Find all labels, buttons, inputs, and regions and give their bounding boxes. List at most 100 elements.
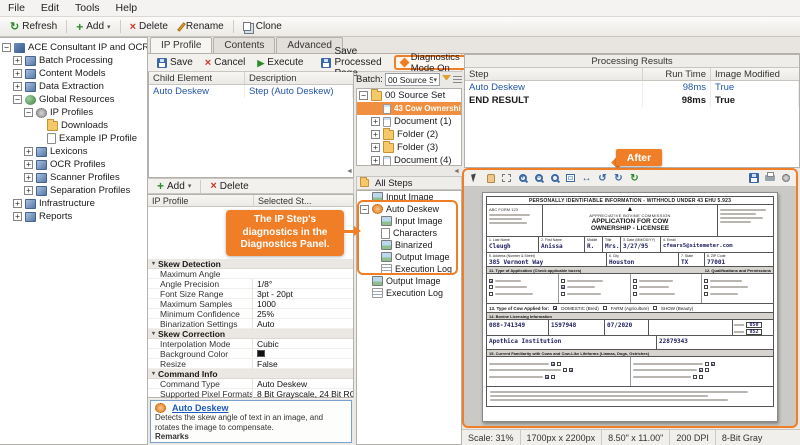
refresh-view-button[interactable]: ↻ <box>627 171 642 185</box>
nav-item-data-extraction[interactable]: +Data Extraction <box>0 80 147 93</box>
expander-icon[interactable]: + <box>13 82 22 91</box>
tab-ip-profile[interactable]: IP Profile <box>150 37 212 53</box>
expander-icon[interactable]: + <box>371 117 380 126</box>
filter-button[interactable] <box>442 75 451 84</box>
save-image-button[interactable] <box>746 171 761 185</box>
expander-icon[interactable]: + <box>371 143 380 152</box>
batch-combobox[interactable]: 00 Source Set▾ <box>385 73 440 86</box>
batch-item-document-1[interactable]: +Document (1) <box>357 115 461 128</box>
fit-width-button[interactable]: ↔ <box>579 171 594 185</box>
column-header[interactable]: Selected St... <box>254 195 353 207</box>
column-header[interactable]: Step <box>465 68 643 81</box>
property-row[interactable]: Angle Precision1/8° <box>148 279 353 289</box>
splitter-collapse-button[interactable]: ◄ <box>453 168 460 176</box>
zoom-in-button[interactable]: + <box>515 171 530 185</box>
step-item-output-image[interactable]: Output Image <box>357 275 461 287</box>
nav-item-ocr-profiles[interactable]: +OCR Profiles <box>0 158 147 171</box>
refresh-button[interactable]: ↻Refresh <box>4 20 63 33</box>
expander-icon[interactable]: + <box>371 130 380 139</box>
expander-icon[interactable]: + <box>13 69 22 78</box>
nav-item-batch-processing[interactable]: +Batch Processing <box>0 54 147 67</box>
viewer-settings-button[interactable] <box>778 171 793 185</box>
expander-icon[interactable]: + <box>13 199 22 208</box>
rotate-right-button[interactable]: ↻ <box>611 171 626 185</box>
nav-item-ip-profiles[interactable]: −IP Profiles <box>0 106 147 119</box>
expander-icon[interactable]: + <box>24 186 33 195</box>
property-row[interactable]: Command TypeAuto Deskew <box>148 379 353 389</box>
batch-item-selected-page[interactable]: 43 Cow Ownership License <box>357 102 461 115</box>
column-header[interactable]: Run Time <box>643 68 711 81</box>
color-swatch[interactable] <box>257 350 265 357</box>
clone-button[interactable]: Clone <box>237 20 288 33</box>
nav-item-lexicons[interactable]: +Lexicons <box>0 145 147 158</box>
menu-file[interactable]: File <box>0 0 33 16</box>
diagnostics-mode-button[interactable]: Diagnostics Mode On <box>394 55 467 70</box>
delete-step-button[interactable]: ×Delete <box>204 180 254 193</box>
expander-icon[interactable]: + <box>24 147 33 156</box>
add-button[interactable]: +Add▾ <box>70 20 116 33</box>
category-row[interactable]: ▾Command Info <box>148 369 353 379</box>
table-row[interactable]: Auto Deskew 98ms True <box>465 81 799 94</box>
menu-tools[interactable]: Tools <box>67 0 108 16</box>
execute-button[interactable]: ▶Execute <box>251 56 309 69</box>
nav-item-downloads[interactable]: Downloads <box>0 119 147 132</box>
property-row[interactable]: Minimum Confidence25% <box>148 309 353 319</box>
document-page[interactable]: PERSONALLY IDENTIFIABLE INFORMATION - WI… <box>482 192 778 422</box>
tab-contents[interactable]: Contents <box>213 37 275 53</box>
property-row[interactable]: Maximum Angle <box>148 269 353 279</box>
expander-icon[interactable]: + <box>371 156 380 165</box>
property-row[interactable]: Binarization SettingsAuto <box>148 319 353 329</box>
delete-button[interactable]: ×Delete <box>124 20 174 33</box>
property-row[interactable]: ResizeFalse <box>148 359 353 369</box>
rotate-left-button[interactable]: ↺ <box>595 171 610 185</box>
column-header[interactable]: Description <box>245 72 353 85</box>
property-row[interactable]: Interpolation ModeCubic <box>148 339 353 349</box>
property-row[interactable]: Font Size Range3pt - 20pt <box>148 289 353 299</box>
category-row[interactable]: ▾Skew Correction <box>148 329 353 339</box>
table-row[interactable]: Auto Deskew Step (Auto Deskew) <box>149 85 353 98</box>
column-header[interactable]: Child Element <box>149 72 245 85</box>
pan-tool-button[interactable] <box>483 171 498 185</box>
view-menu-button[interactable] <box>453 76 462 84</box>
expander-icon[interactable]: + <box>13 56 22 65</box>
property-row[interactable]: Background Color <box>148 349 353 359</box>
nav-item-global-resources[interactable]: −Global Resources <box>0 93 147 106</box>
zoom-out-button[interactable]: − <box>531 171 546 185</box>
batch-item-source-set[interactable]: −00 Source Set <box>357 89 461 102</box>
rename-button[interactable]: Rename <box>174 20 230 33</box>
help-title-link[interactable]: Auto Deskew <box>172 403 229 413</box>
print-button[interactable] <box>762 171 777 185</box>
expander-icon[interactable]: + <box>24 173 33 182</box>
save-button[interactable]: Save <box>151 56 199 69</box>
expander-icon[interactable]: − <box>13 95 22 104</box>
expander-icon[interactable]: + <box>24 160 33 169</box>
batch-item-folder-2[interactable]: +Folder (2) <box>357 128 461 141</box>
add-step-button[interactable]: +Add▾ <box>151 180 197 193</box>
expander-icon[interactable]: + <box>13 212 22 221</box>
batch-item-folder-3[interactable]: +Folder (3) <box>357 141 461 154</box>
table-row[interactable]: END RESULT 98ms True <box>465 94 799 107</box>
expander-icon[interactable]: − <box>24 108 33 117</box>
fit-page-button[interactable] <box>563 171 578 185</box>
step-item-execution-log[interactable]: Execution Log <box>357 287 461 299</box>
nav-item-ace-consultant[interactable]: −ACE Consultant IP and OCR <box>0 41 147 54</box>
menu-help[interactable]: Help <box>108 0 146 16</box>
splitter-collapse-button[interactable]: ◄ <box>346 168 353 176</box>
batch-item-document-4[interactable]: +Document (4) <box>357 154 461 167</box>
nav-item-separation-profiles[interactable]: +Separation Profiles <box>0 184 147 197</box>
category-row[interactable]: ▾Skew Detection <box>148 259 353 269</box>
zoom-selection-button[interactable] <box>547 171 562 185</box>
nav-item-example-ip-profile[interactable]: Example IP Profile <box>0 132 147 145</box>
column-header[interactable]: IP Profile <box>148 195 254 207</box>
nav-item-infrastructure[interactable]: +Infrastructure <box>0 197 147 210</box>
select-region-button[interactable] <box>499 171 514 185</box>
expander-icon[interactable]: − <box>2 43 11 52</box>
nav-item-scanner-profiles[interactable]: +Scanner Profiles <box>0 171 147 184</box>
cancel-button[interactable]: ×Cancel <box>199 56 252 69</box>
property-row[interactable]: Supported Pixel Formats8 Bit Grayscale, … <box>148 389 353 399</box>
pointer-tool-button[interactable] <box>467 171 482 185</box>
nav-item-content-models[interactable]: +Content Models <box>0 67 147 80</box>
menu-edit[interactable]: Edit <box>33 0 67 16</box>
expander-icon[interactable]: − <box>359 91 368 100</box>
column-header[interactable]: Image Modified <box>711 68 799 81</box>
